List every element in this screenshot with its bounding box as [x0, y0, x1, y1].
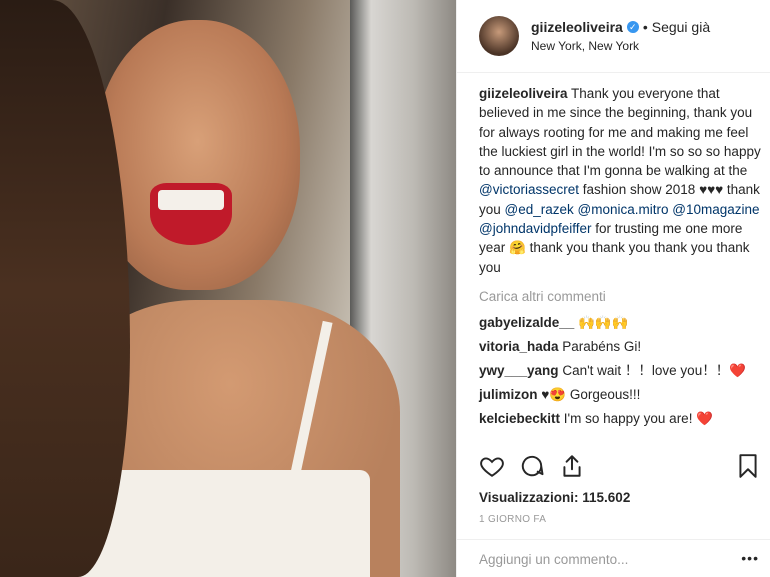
load-more-comments[interactable]: Carica altri commenti — [479, 287, 761, 306]
location-link[interactable]: New York, New York — [531, 39, 710, 53]
mention-link[interactable]: @monica.mitro — [578, 202, 669, 217]
comment-text: Can't wait ！！love you！！❤️ — [558, 363, 747, 379]
header-separator: • — [642, 19, 648, 35]
share-icon[interactable] — [559, 453, 585, 479]
caption: giizeleoliveira Thank you everyone that … — [479, 84, 761, 277]
action-bar — [479, 453, 761, 481]
comment-username[interactable]: ywy___yang — [479, 363, 559, 378]
verified-badge-icon: ✓ — [626, 21, 639, 33]
add-comment-bar: Aggiungi un commento... ••• — [457, 539, 770, 577]
comment-icon[interactable] — [519, 453, 545, 479]
comment-text: I'm so happy you are! ❤️ — [560, 411, 714, 427]
following-button[interactable]: Segui già — [652, 19, 710, 35]
comment-item: ywy___yang Can't wait ！！love you！！❤️ — [479, 361, 761, 381]
caption-username[interactable]: giizeleoliveira — [479, 86, 568, 101]
views-count[interactable]: Visualizzazioni: 115.602 — [479, 490, 630, 505]
avatar[interactable] — [479, 16, 519, 56]
comment-username[interactable]: julimizon — [479, 387, 538, 402]
comment-item: kelciebeckitt I'm so happy you are! ❤️ — [479, 409, 761, 429]
mention-link[interactable]: @johndavidpfeiffer — [479, 221, 592, 236]
comment-item: gabyelizalde__ 🙌🙌🙌 — [479, 313, 761, 333]
heart-icon[interactable] — [479, 453, 505, 479]
comment-text: Parabéns Gi! — [558, 339, 642, 355]
comment-username[interactable]: vitoria_hada — [479, 339, 559, 354]
comment-item: vitoria_hada Parabéns Gi! — [479, 337, 761, 357]
mention-link[interactable]: @10magazine — [672, 202, 759, 217]
more-options-icon[interactable]: ••• — [741, 550, 759, 566]
mention-link[interactable]: @ed_razek — [505, 202, 574, 217]
comment-item: julimizon ♥😍 Gorgeous!!! — [479, 385, 761, 405]
comments-list: giizeleoliveira Thank you everyone that … — [479, 84, 761, 433]
post-sidebar: giizeleoliveira ✓ • Segui già New York, … — [456, 0, 770, 577]
post-photo[interactable] — [0, 0, 456, 577]
header-username[interactable]: giizeleoliveira — [531, 19, 623, 35]
header-info: giizeleoliveira ✓ • Segui già New York, … — [531, 19, 710, 53]
comment-text: 🙌🙌🙌 — [574, 315, 629, 331]
comment-username[interactable]: kelciebeckitt — [479, 411, 560, 426]
bookmark-icon[interactable] — [735, 453, 761, 479]
photo-teeth — [158, 190, 224, 210]
instagram-post: giizeleoliveira ✓ • Segui già New York, … — [0, 0, 770, 577]
post-header: giizeleoliveira ✓ • Segui già New York, … — [457, 0, 770, 73]
add-comment-input[interactable]: Aggiungi un commento... — [479, 552, 628, 567]
post-timestamp[interactable]: 1 GIORNO FA — [479, 514, 546, 525]
comment-username[interactable]: gabyelizalde__ — [479, 315, 574, 330]
comment-text: ♥😍 Gorgeous!!! — [537, 387, 641, 403]
header-row: giizeleoliveira ✓ • Segui già — [531, 19, 710, 35]
mention-link[interactable]: @victoriassecret — [479, 182, 579, 197]
